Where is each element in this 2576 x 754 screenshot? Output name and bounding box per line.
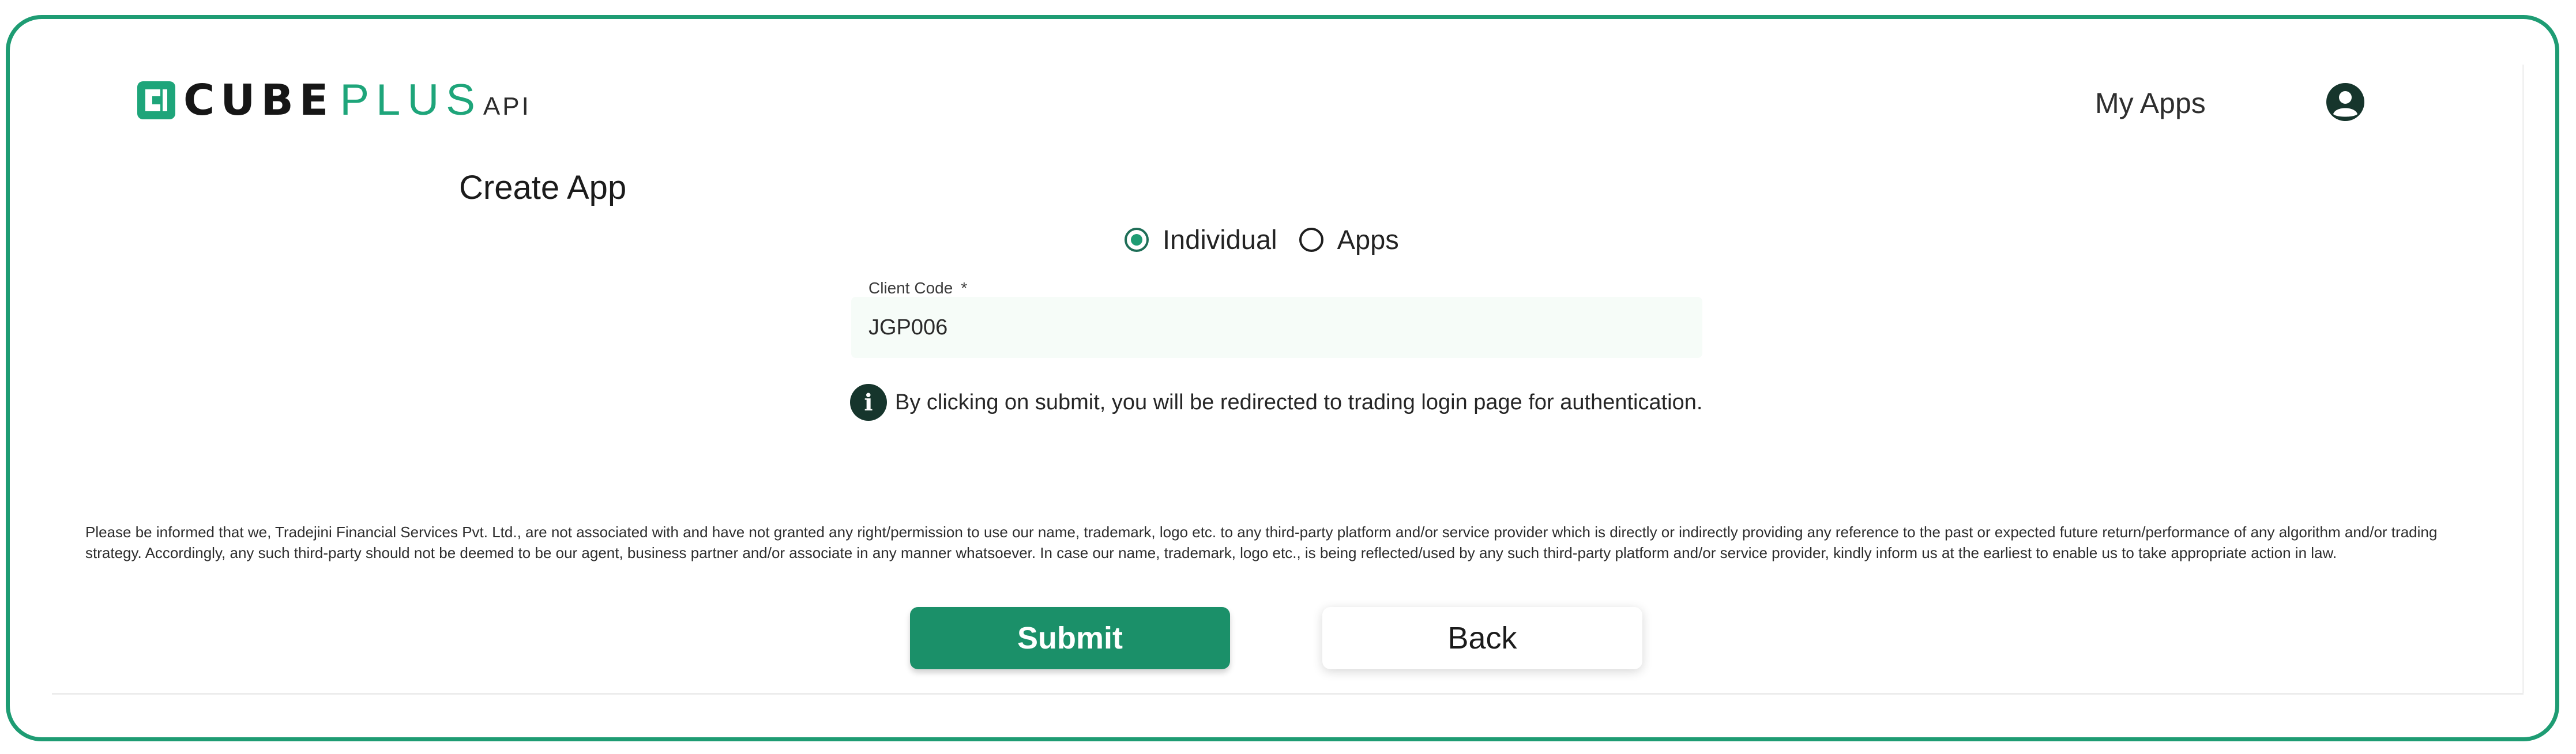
info-icon: i <box>850 384 887 421</box>
client-code-label: Client Code * <box>868 279 967 297</box>
disclaimer-text: Please be informed that we, Tradejini Fi… <box>85 523 2438 561</box>
cube-logo-icon <box>137 81 175 119</box>
my-apps-link[interactable]: My Apps <box>2095 86 2206 120</box>
radio-individual[interactable]: Individual <box>1125 224 1277 255</box>
info-message: i By clicking on submit, you will be red… <box>850 384 1702 421</box>
content-border-right <box>2522 65 2524 693</box>
client-code-label-text: Client Code <box>868 279 953 297</box>
radio-apps[interactable]: Apps <box>1299 224 1399 255</box>
back-button[interactable]: Back <box>1322 607 1642 669</box>
radio-individual-label: Individual <box>1163 224 1277 255</box>
app-type-radio-group: Individual Apps <box>1125 224 1421 255</box>
client-code-input[interactable] <box>851 297 1702 358</box>
radio-apps-label: Apps <box>1337 224 1399 255</box>
submit-button[interactable]: Submit <box>910 607 1230 669</box>
user-avatar-icon[interactable] <box>2325 82 2366 122</box>
content-border-bottom <box>52 693 2524 695</box>
radio-checked-icon[interactable] <box>1125 227 1149 252</box>
logo-text-api: API <box>483 92 531 120</box>
logo-text-plus: PLUS <box>340 76 482 125</box>
logo-text-cube: CUBE <box>183 76 334 125</box>
info-text: By clicking on submit, you will be redir… <box>895 390 1703 414</box>
brand-logo[interactable]: CUBE PLUS API <box>137 76 531 125</box>
required-mark: * <box>961 279 968 297</box>
page-title: Create App <box>459 169 627 206</box>
radio-unchecked-icon[interactable] <box>1299 227 1323 252</box>
